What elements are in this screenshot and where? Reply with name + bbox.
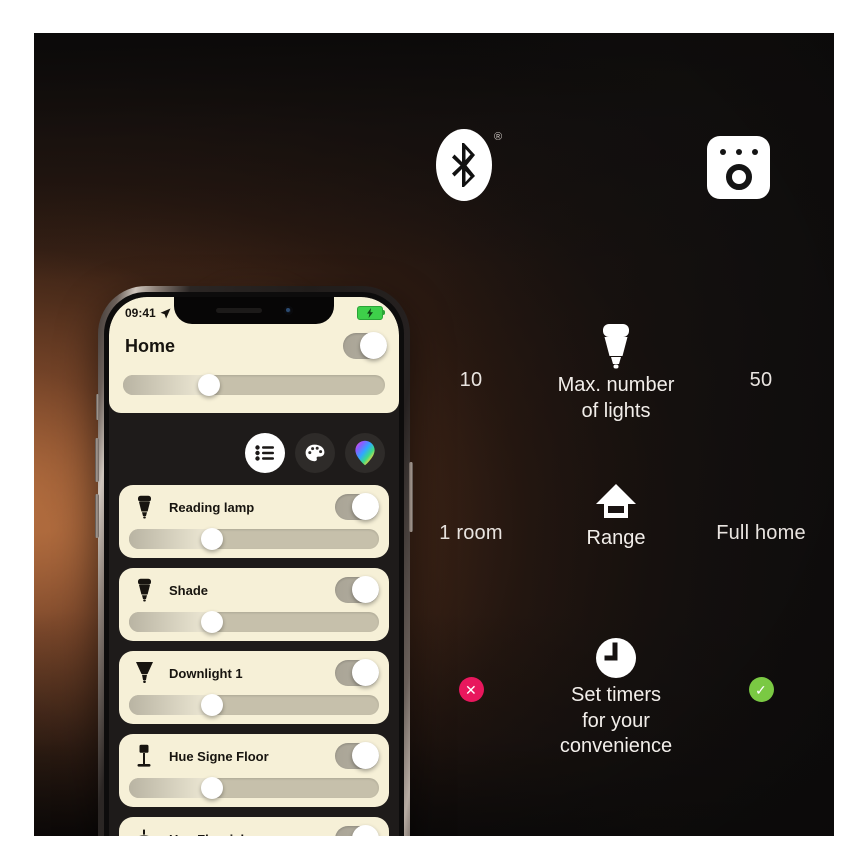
status-bar-left: 09:41 [125,306,171,320]
list-item-label: Hue Flourish [169,832,335,837]
list-item-toggle[interactable] [335,825,379,836]
toggle-knob [352,576,379,603]
max-lights-center: Max. number of lights [536,323,696,424]
comparison-row-max-lights: 10 Max. number of lights 50 [406,323,826,424]
earpiece-speaker [215,308,262,313]
list-item-brightness-slider[interactable] [129,528,379,550]
list-item-brightness-slider[interactable] [129,777,379,799]
slider-fill [129,778,212,798]
list-item[interactable]: Downlight 1 [119,651,389,724]
slider-fill [129,612,212,632]
list-item-label: Downlight 1 [169,665,243,681]
home-master-toggle[interactable] [343,332,387,359]
mode-button-row [245,433,385,473]
page-title: Home [125,335,176,356]
list-item-toggle[interactable] [335,493,379,520]
list-item-brightness-slider[interactable] [129,694,379,716]
downlight-icon [131,661,157,685]
home-icon [536,476,696,522]
battery-charging-icon [357,306,385,320]
max-lights-label-line1: Max. number [557,374,675,396]
hue-color-pin-icon [355,440,375,466]
home-brightness-slider[interactable] [123,374,385,397]
screenshot-root: ® 10 Max. number of lights 50 1 room Ran… [0,0,868,868]
color-button[interactable] [345,433,385,473]
floor-lamp-icon [131,744,157,769]
light-bulb-icon [536,323,696,369]
slider-knob[interactable] [200,528,223,550]
slider-knob[interactable] [200,694,223,716]
charging-bolt-icon [367,308,373,318]
phone-power-button[interactable] [409,462,413,532]
list-item[interactable]: Hue Flourish [119,817,389,836]
timers-right-badge-wrap: ✓ [696,633,826,702]
palette-icon [305,444,325,462]
list-item-brightness-slider[interactable] [129,611,379,633]
list-item[interactable]: Reading lamp [119,485,389,558]
phone-volume-up-button[interactable] [95,438,99,482]
max-lights-right-value: 50 [749,369,773,391]
cross-badge: ✕ [458,677,484,702]
home-title-row: Home [125,332,387,359]
slider-knob[interactable] [198,374,221,396]
check-badge: ✓ [748,677,774,702]
status-bar-time: 09:41 [125,306,156,320]
list-item-label: Shade [169,582,209,598]
slider-knob[interactable] [200,611,223,633]
range-right-value: Full home [716,522,806,544]
pendant-lamp-icon [131,829,157,836]
toggle-knob [360,332,387,359]
phone-mute-switch[interactable] [96,394,99,420]
timers-label-line1: Set timers [570,684,662,706]
phone-volume-down-button[interactable] [95,494,99,538]
slider-fill [129,529,212,549]
phone-notch [174,297,334,324]
front-camera [283,306,293,315]
slider-fill [123,375,210,395]
clock-icon [536,633,696,679]
toggle-knob [352,825,379,836]
max-lights-label-line2: of lights [581,399,651,422]
list-item[interactable]: Shade [119,568,389,641]
list-item[interactable]: Hue Signe Floor [119,734,389,807]
phone-mockup: 09:41 Home Reading lamp Shade Downlight … [76,270,432,836]
spot-bulb-icon [131,495,157,519]
promo-panel: ® 10 Max. number of lights 50 1 room Ran… [34,33,834,836]
toggle-knob [352,742,379,769]
slider-fill [129,695,212,715]
list-item-toggle[interactable] [335,659,379,686]
list-item-label: Reading lamp [169,499,255,515]
range-label-line1: Range [586,527,646,549]
list-view-button[interactable] [245,433,285,473]
range-center: Range [536,476,696,552]
spot-bulb-icon [131,578,157,602]
timers-center: Set timers for your convenience [536,633,696,760]
list-icon [255,445,274,461]
toggle-knob [352,659,379,686]
slider-knob[interactable] [200,777,223,799]
list-item-label: Hue Signe Floor [169,748,269,764]
comparison-row-timers: ✕ Set timers for your convenience ✓ [406,633,826,760]
toggle-knob [352,493,379,520]
phone-screen: 09:41 Home Reading lamp Shade Downlight … [109,297,399,836]
light-list: Reading lamp Shade Downlight 1 Hue Signe… [119,485,389,836]
list-item-toggle[interactable] [335,576,379,603]
scenes-button[interactable] [295,433,335,473]
list-item-toggle[interactable] [335,742,379,769]
comparison-row-range: 1 room Range Full home [406,476,826,552]
location-arrow-icon [160,308,171,318]
timers-label-line3: convenience [559,735,673,758]
timers-label-line2: for your [582,709,650,732]
